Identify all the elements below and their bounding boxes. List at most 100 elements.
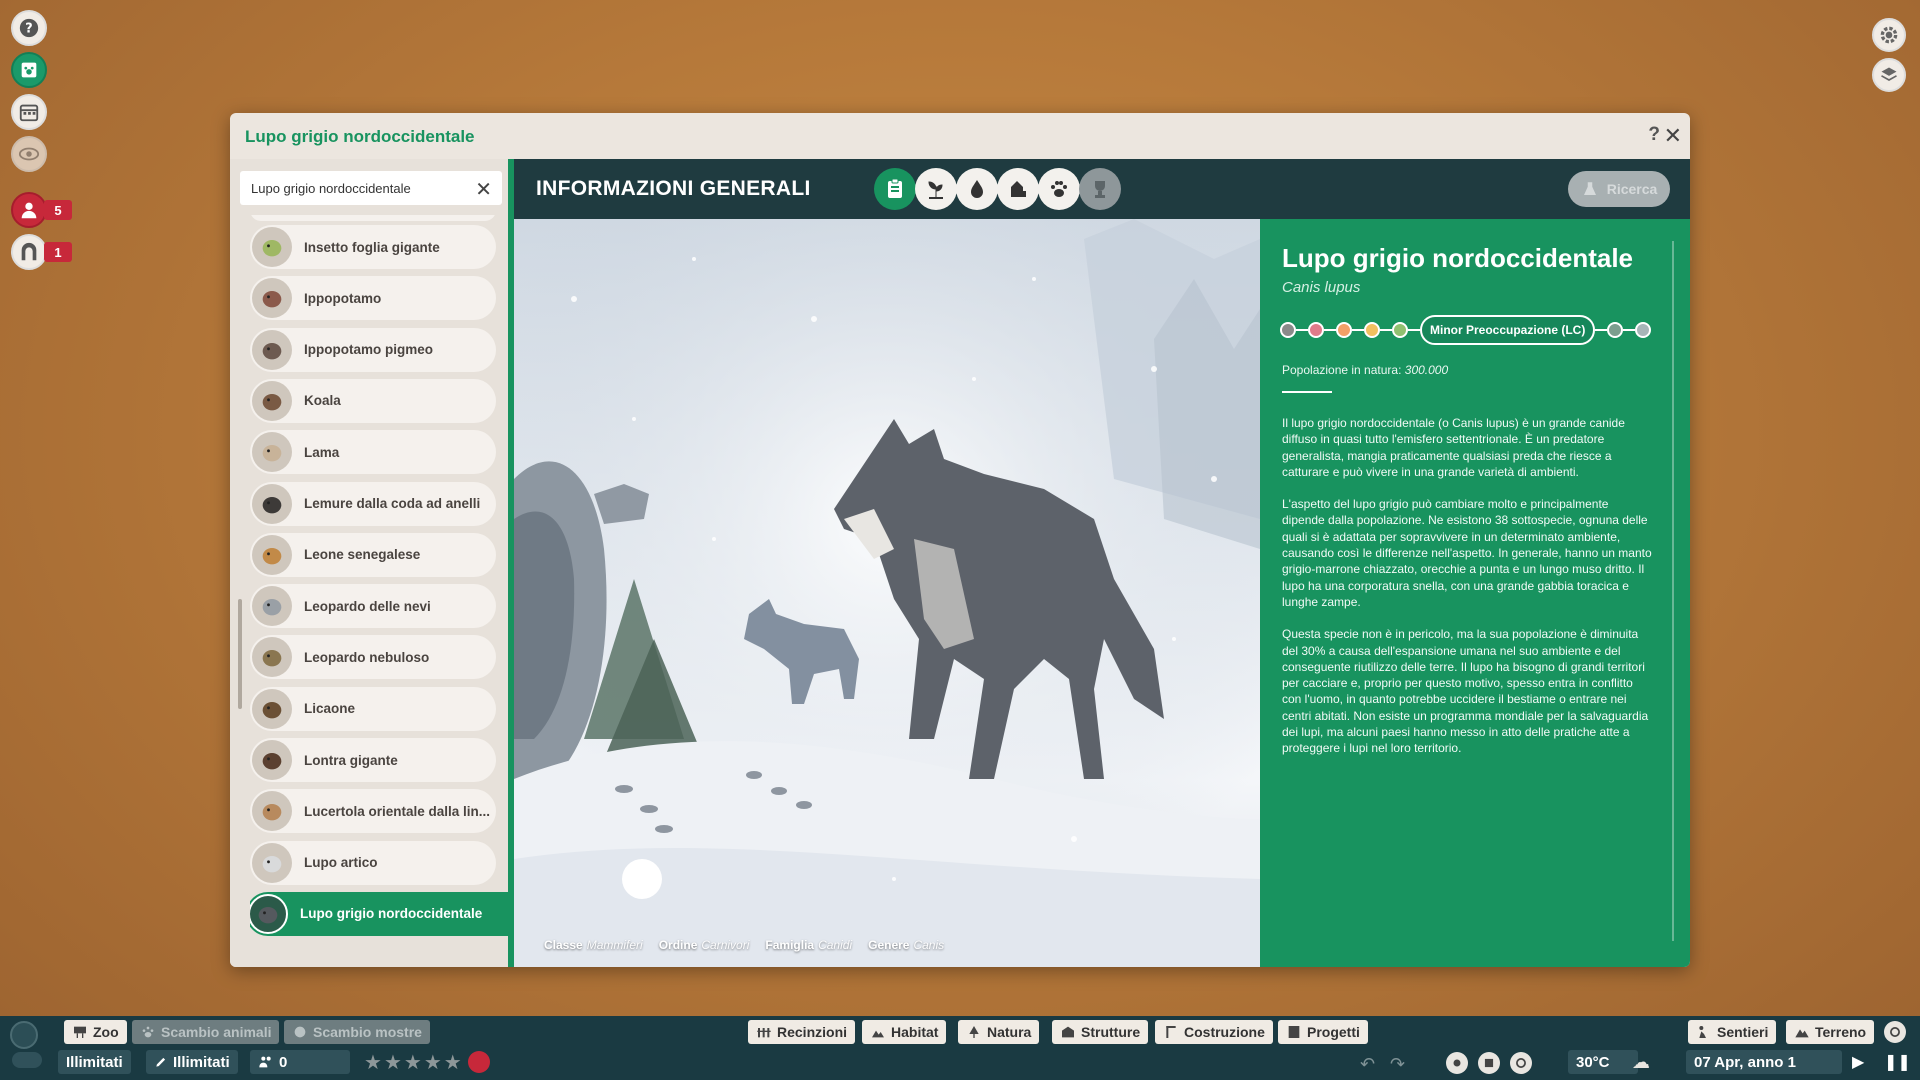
- pause-icon[interactable]: ❚❚: [1884, 1052, 1911, 1072]
- mountain-icon: [1795, 1029, 1809, 1038]
- exhibit-trade-button[interactable]: Scambio mostre: [284, 1020, 430, 1044]
- list-item[interactable]: Leopardo delle nevi: [250, 584, 496, 629]
- hippo-icon: [252, 278, 292, 319]
- list-item[interactable]: Ippopotamo pigmeo: [250, 327, 496, 372]
- speed-button[interactable]: [1510, 1052, 1532, 1074]
- settings-button[interactable]: [1872, 18, 1906, 52]
- research-points-display: Illimitati: [146, 1050, 238, 1074]
- toggle-switch[interactable]: [12, 1052, 42, 1068]
- habitat-plant-icon: [928, 181, 943, 199]
- zoo-button[interactable]: Zoo: [64, 1020, 127, 1044]
- star-icon: ★: [443, 1051, 462, 1074]
- calendar-button[interactable]: [11, 94, 47, 130]
- wild-dog-icon: [252, 688, 292, 729]
- list-item[interactable]: [250, 215, 496, 221]
- species-scientific-name: Canis lupus: [1282, 279, 1361, 296]
- undo-icon[interactable]: ↶: [1360, 1054, 1375, 1075]
- species-list-scrollbar[interactable]: [238, 599, 242, 709]
- construction-button[interactable]: Costruzione: [1155, 1020, 1273, 1044]
- overlay-button[interactable]: [1446, 1052, 1468, 1074]
- star-icon: ★: [403, 1051, 422, 1074]
- status-dot: [1280, 322, 1296, 338]
- list-item[interactable]: Koala: [250, 378, 496, 423]
- zoopedia-window: Lupo grigio nordoccidentale ? ✕ Lupo gri…: [230, 113, 1690, 967]
- llama-icon: [252, 432, 292, 473]
- layers-button[interactable]: [1872, 58, 1906, 92]
- camera-icon: [1890, 1027, 1900, 1037]
- clock-icon: [1516, 1058, 1526, 1068]
- list-item-label: Lemure dalla coda ad anelli: [304, 496, 481, 511]
- list-item[interactable]: Lupo artico: [250, 840, 496, 885]
- description-paragraph: Questa specie non è in pericolo, ma la s…: [1282, 627, 1649, 756]
- gear-icon: [1880, 26, 1898, 44]
- drop-icon: [971, 180, 983, 198]
- window-close-button[interactable]: ✕: [1664, 123, 1682, 149]
- tab-enrichment[interactable]: [997, 168, 1039, 210]
- layers-icon: [1881, 67, 1897, 81]
- terrain-button[interactable]: Terreno: [1786, 1020, 1875, 1044]
- projects-button[interactable]: Progetti: [1278, 1020, 1368, 1044]
- zoopedia-button[interactable]: [11, 52, 47, 88]
- list-item[interactable]: Lemure dalla coda ad anelli: [250, 481, 496, 526]
- nature-button[interactable]: Natura: [958, 1020, 1040, 1044]
- habitat-icon: [872, 1030, 884, 1038]
- list-item-label: Lupo artico: [304, 855, 378, 871]
- zoo-sign-icon: [74, 1026, 86, 1038]
- otter-icon: [252, 740, 292, 780]
- fences-button[interactable]: Recinzioni: [748, 1020, 856, 1044]
- clear-search-button[interactable]: ✕: [475, 177, 492, 202]
- blueprint-icon: [1288, 1026, 1300, 1038]
- list-item[interactable]: Licaone: [250, 686, 496, 731]
- status-dot: [1635, 322, 1652, 338]
- help-button[interactable]: ?: [11, 10, 47, 46]
- lizard-icon: [252, 791, 292, 832]
- list-item-label: Ippopotamo: [304, 290, 382, 306]
- pen-icon: [156, 1057, 166, 1067]
- list-item[interactable]: Lupo grigio nordoccidentale: [250, 891, 508, 936]
- exhibit-icon: [294, 1026, 306, 1038]
- tab-needs[interactable]: [956, 168, 998, 210]
- tab-habitat[interactable]: [915, 168, 957, 210]
- view-button[interactable]: [11, 136, 47, 172]
- tab-general-info[interactable]: [874, 168, 916, 210]
- tab-awards[interactable]: [1079, 168, 1121, 210]
- animal-trade-button[interactable]: Scambio animali: [132, 1020, 280, 1044]
- staff-alert-button[interactable]: [11, 192, 47, 228]
- enrichment-icon: [1011, 181, 1026, 197]
- species-image: Classe Mammiferi Ordine Carnivori Famiglia…: [514, 219, 1260, 967]
- paths-button[interactable]: Sentieri: [1688, 1020, 1777, 1044]
- species-search-input[interactable]: Lupo grigio nordoccidentale ✕: [240, 171, 502, 205]
- list-item[interactable]: Lama: [250, 430, 496, 475]
- paw-icon: [1051, 181, 1067, 197]
- list-item[interactable]: Ippopotamo: [250, 276, 496, 321]
- list-item[interactable]: Leopardo nebuloso: [250, 635, 496, 680]
- status-dot: [1308, 322, 1324, 338]
- research-button[interactable]: Ricerca: [1568, 171, 1670, 207]
- habitat-button[interactable]: Habitat: [862, 1020, 947, 1044]
- camera-button[interactable]: [1884, 1021, 1906, 1043]
- list-item[interactable]: Insetto foglia gigante: [250, 225, 496, 269]
- question-icon: ?: [19, 18, 39, 38]
- main-menu-button[interactable]: [10, 1021, 38, 1049]
- guest-mood-icon[interactable]: [468, 1051, 490, 1073]
- tab-behaviour[interactable]: [1038, 168, 1080, 210]
- star-icon: ★: [364, 1051, 382, 1074]
- search-value: Lupo grigio nordoccidentale: [251, 180, 411, 196]
- guest-alert-button[interactable]: [11, 234, 47, 270]
- play-icon[interactable]: ▶: [1852, 1052, 1864, 1072]
- list-item[interactable]: Leone senegalese: [250, 532, 496, 577]
- list-item-label: Lupo grigio nordoccidentale: [300, 906, 483, 922]
- conservation-status-badge: Minor Preoccupazione (LC): [1420, 315, 1596, 345]
- list-item[interactable]: Lucertola orientale dalla lin...: [250, 789, 496, 834]
- window-help-button[interactable]: ?: [1648, 124, 1660, 146]
- weather-cloud-icon: ☁: [1632, 1052, 1650, 1072]
- description-scrollbar[interactable]: [1672, 241, 1674, 941]
- taxonomy-row: Classe Mammiferi Ordine Carnivori Famiglia…: [544, 938, 944, 952]
- structures-button[interactable]: Strutture: [1052, 1020, 1149, 1044]
- list-item[interactable]: Lontra gigante: [250, 738, 496, 782]
- book-paw-icon: [21, 62, 37, 78]
- photo-mode-button[interactable]: [1478, 1052, 1500, 1074]
- lemur-icon: [252, 483, 292, 524]
- redo-icon[interactable]: ↷: [1390, 1054, 1405, 1075]
- tree-icon: [969, 1026, 979, 1038]
